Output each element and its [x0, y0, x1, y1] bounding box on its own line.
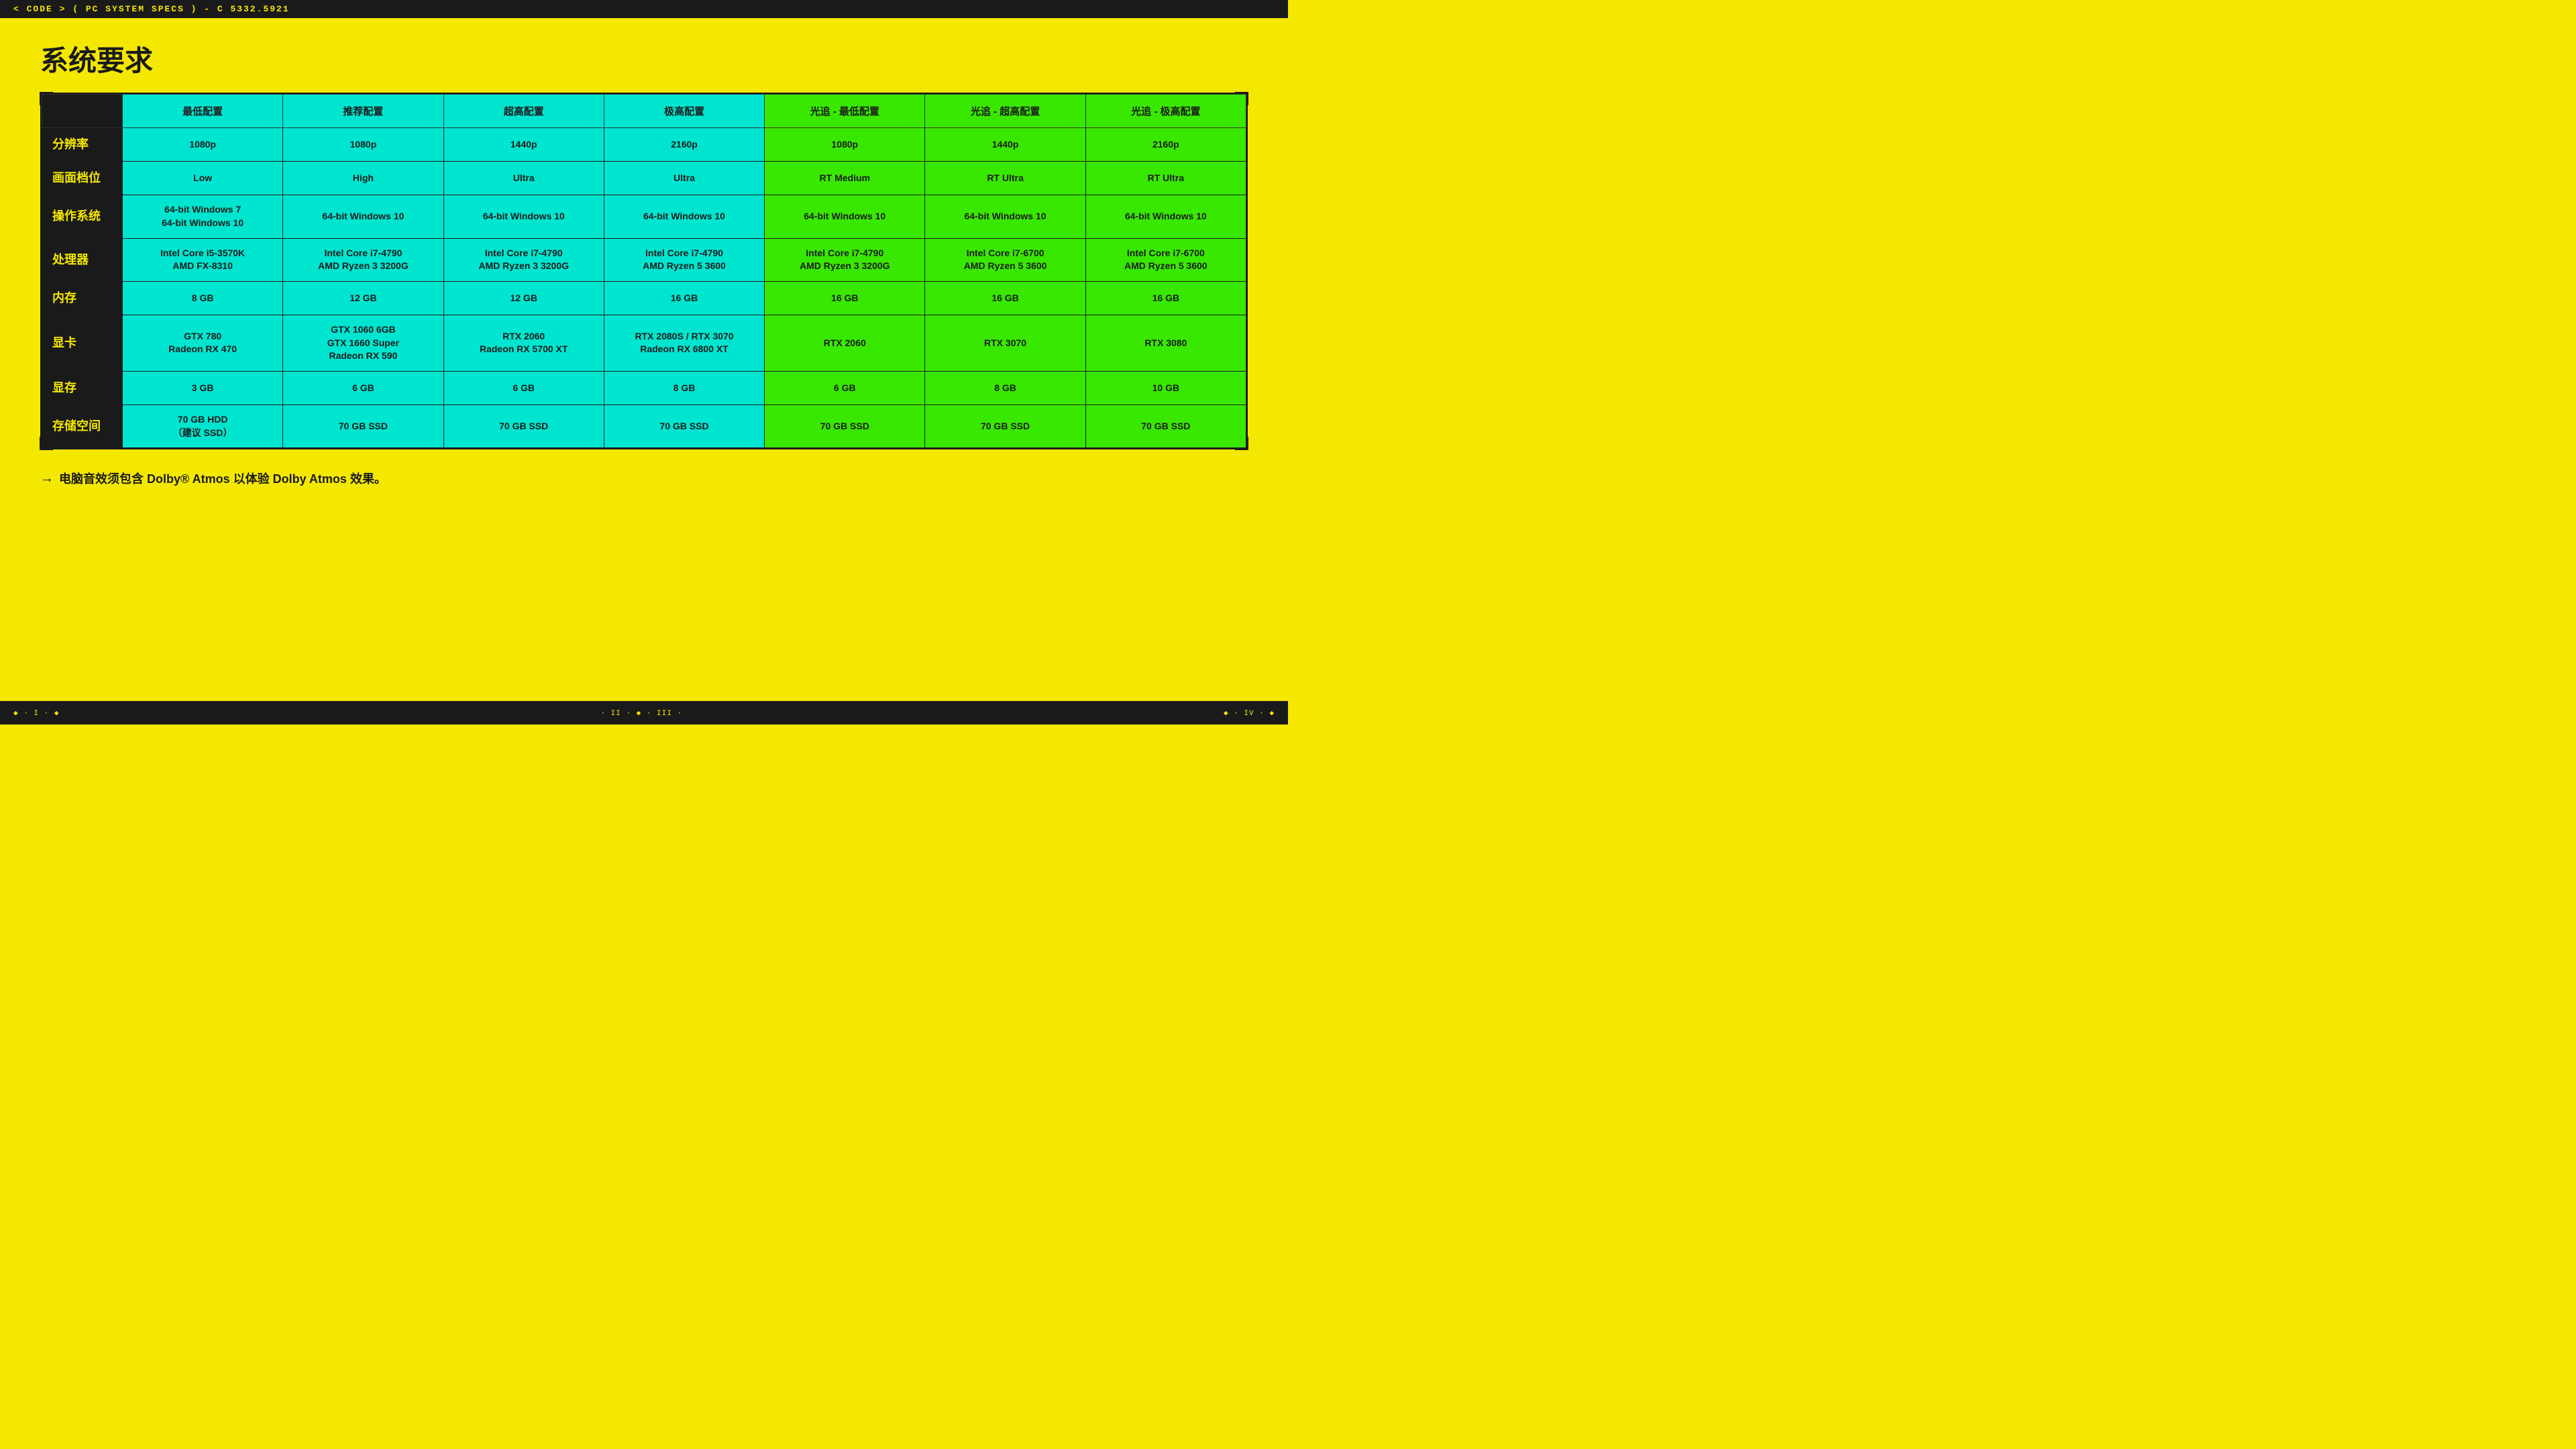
top-bar-text: < CODE > ( PC SYSTEM SPECS ) - C 5332.59…: [13, 4, 290, 14]
main-content: 系统要求 最低配置 推荐配置 超高配置 极高配置 光追 - 最低配置 光追 - …: [0, 18, 1288, 500]
bottom-bar-right: ◆ · IV · ◆: [1224, 708, 1275, 718]
cell-1-2: Ultra: [443, 162, 604, 195]
top-bar: < CODE > ( PC SYSTEM SPECS ) - C 5332.59…: [0, 0, 1288, 18]
cell-2-1: 64-bit Windows 10: [283, 195, 443, 238]
cell-4-3: 16 GB: [604, 281, 764, 315]
cell-3-6: Intel Core i7-6700 AMD Ryzen 5 3600: [1085, 238, 1246, 281]
cell-1-3: Ultra: [604, 162, 764, 195]
cell-2-3: 64-bit Windows 10: [604, 195, 764, 238]
cell-4-5: 16 GB: [925, 281, 1085, 315]
table-row: 显存3 GB6 GB6 GB8 GB6 GB8 GB10 GB: [42, 371, 1246, 405]
cell-6-5: 8 GB: [925, 371, 1085, 405]
header-recommended: 推荐配置: [283, 95, 443, 128]
cell-3-3: Intel Core i7-4790 AMD Ryzen 5 3600: [604, 238, 764, 281]
watermark: 知乎用户: [1173, 664, 1248, 691]
cell-7-4: 70 GB SSD: [765, 405, 925, 447]
cell-2-2: 64-bit Windows 10: [443, 195, 604, 238]
cell-1-0: Low: [123, 162, 283, 195]
footer-note: 电脑音效须包含 Dolby® Atmos 以体验 Dolby Atmos 效果。: [40, 470, 1248, 487]
row-label-1: 画面档位: [42, 162, 123, 195]
table-row: 分辨率1080p1080p1440p2160p1080p1440p2160p: [42, 128, 1246, 162]
corner-tr: [1235, 92, 1248, 105]
bottom-bar-left: ◆ · I · ◆: [13, 708, 59, 718]
cell-1-1: High: [283, 162, 443, 195]
header-rt-ultra: 光追 - 超高配置: [925, 95, 1085, 128]
cell-1-5: RT Ultra: [925, 162, 1085, 195]
cell-0-1: 1080p: [283, 128, 443, 162]
cell-7-1: 70 GB SSD: [283, 405, 443, 447]
row-label-4: 内存: [42, 281, 123, 315]
cell-2-5: 64-bit Windows 10: [925, 195, 1085, 238]
cell-7-0: 70 GB HDD （建议 SSD）: [123, 405, 283, 447]
cell-3-5: Intel Core i7-6700 AMD Ryzen 5 3600: [925, 238, 1085, 281]
cell-0-6: 2160p: [1085, 128, 1246, 162]
specs-table-wrapper: 最低配置 推荐配置 超高配置 极高配置 光追 - 最低配置 光追 - 超高配置 …: [40, 93, 1248, 449]
row-label-3: 处理器: [42, 238, 123, 281]
cell-5-0: GTX 780 Radeon RX 470: [123, 315, 283, 371]
row-label-7: 存储空间: [42, 405, 123, 447]
row-label-5: 显卡: [42, 315, 123, 371]
cell-4-6: 16 GB: [1085, 281, 1246, 315]
table-header-row: 最低配置 推荐配置 超高配置 极高配置 光追 - 最低配置 光追 - 超高配置 …: [42, 95, 1246, 128]
page-title: 系统要求: [40, 38, 1248, 79]
cell-6-1: 6 GB: [283, 371, 443, 405]
bottom-bar: ◆ · I · ◆ · II · ◆ · III · ◆ · IV · ◆: [0, 701, 1288, 724]
cell-5-5: RTX 3070: [925, 315, 1085, 371]
cell-1-4: RT Medium: [765, 162, 925, 195]
corner-tl: [40, 92, 53, 105]
corner-bl: [40, 437, 53, 450]
row-label-2: 操作系统: [42, 195, 123, 238]
cell-6-6: 10 GB: [1085, 371, 1246, 405]
cell-2-4: 64-bit Windows 10: [765, 195, 925, 238]
cell-2-0: 64-bit Windows 7 64-bit Windows 10: [123, 195, 283, 238]
cell-7-3: 70 GB SSD: [604, 405, 764, 447]
row-label-0: 分辨率: [42, 128, 123, 162]
cell-6-0: 3 GB: [123, 371, 283, 405]
cell-3-0: Intel Core i5-3570K AMD FX-8310: [123, 238, 283, 281]
cell-0-0: 1080p: [123, 128, 283, 162]
cell-0-4: 1080p: [765, 128, 925, 162]
cell-6-2: 6 GB: [443, 371, 604, 405]
cell-5-2: RTX 2060 Radeon RX 5700 XT: [443, 315, 604, 371]
cell-7-2: 70 GB SSD: [443, 405, 604, 447]
specs-table: 最低配置 推荐配置 超高配置 极高配置 光追 - 最低配置 光追 - 超高配置 …: [42, 94, 1246, 448]
row-label-6: 显存: [42, 371, 123, 405]
cell-6-3: 8 GB: [604, 371, 764, 405]
cell-5-4: RTX 2060: [765, 315, 925, 371]
cell-7-6: 70 GB SSD: [1085, 405, 1246, 447]
table-row: 显卡GTX 780 Radeon RX 470GTX 1060 6GB GTX …: [42, 315, 1246, 371]
cell-0-5: 1440p: [925, 128, 1085, 162]
cell-0-3: 2160p: [604, 128, 764, 162]
cell-4-2: 12 GB: [443, 281, 604, 315]
cell-3-1: Intel Core i7-4790 AMD Ryzen 3 3200G: [283, 238, 443, 281]
table-row: 内存8 GB12 GB12 GB16 GB16 GB16 GB16 GB: [42, 281, 1246, 315]
cell-2-6: 64-bit Windows 10: [1085, 195, 1246, 238]
table-row: 操作系统64-bit Windows 7 64-bit Windows 1064…: [42, 195, 1246, 238]
cell-4-1: 12 GB: [283, 281, 443, 315]
table-row: 处理器Intel Core i5-3570K AMD FX-8310Intel …: [42, 238, 1246, 281]
cell-3-2: Intel Core i7-4790 AMD Ryzen 3 3200G: [443, 238, 604, 281]
table-row: 画面档位LowHighUltraUltraRT MediumRT UltraRT…: [42, 162, 1246, 195]
header-extreme: 极高配置: [604, 95, 764, 128]
cell-5-3: RTX 2080S / RTX 3070 Radeon RX 6800 XT: [604, 315, 764, 371]
header-ultra: 超高配置: [443, 95, 604, 128]
cell-5-1: GTX 1060 6GB GTX 1660 Super Radeon RX 59…: [283, 315, 443, 371]
header-min: 最低配置: [123, 95, 283, 128]
cell-6-4: 6 GB: [765, 371, 925, 405]
header-empty: [42, 95, 123, 128]
footer-note-text: 电脑音效须包含 Dolby® Atmos 以体验 Dolby Atmos 效果。: [59, 470, 386, 487]
header-rt-extreme: 光追 - 极高配置: [1085, 95, 1246, 128]
cell-1-6: RT Ultra: [1085, 162, 1246, 195]
cell-5-6: RTX 3080: [1085, 315, 1246, 371]
cell-4-4: 16 GB: [765, 281, 925, 315]
cell-0-2: 1440p: [443, 128, 604, 162]
cell-3-4: Intel Core i7-4790 AMD Ryzen 3 3200G: [765, 238, 925, 281]
corner-br: [1235, 437, 1248, 450]
bottom-bar-center: · II · ◆ · III ·: [600, 708, 682, 718]
cell-7-5: 70 GB SSD: [925, 405, 1085, 447]
cell-4-0: 8 GB: [123, 281, 283, 315]
table-row: 存储空间70 GB HDD （建议 SSD）70 GB SSD70 GB SSD…: [42, 405, 1246, 447]
header-rt-min: 光追 - 最低配置: [765, 95, 925, 128]
